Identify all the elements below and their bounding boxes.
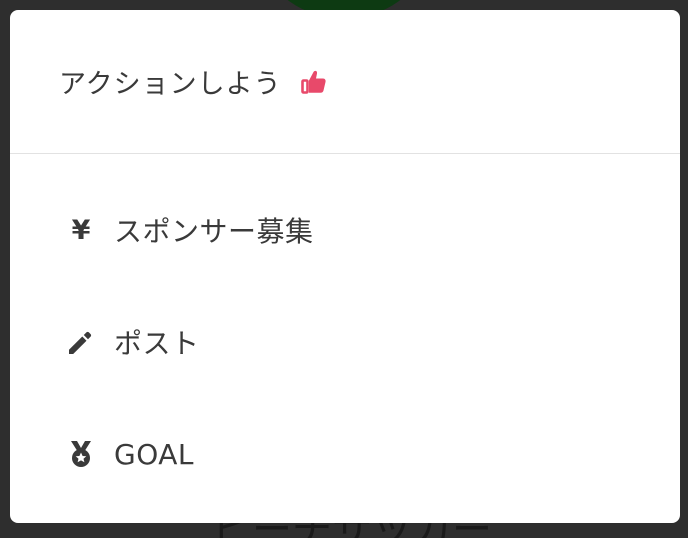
thumbs-up-icon (300, 68, 328, 96)
menu-item-label: ポスト (114, 327, 200, 360)
action-sheet: アクションしよう ¥ スポンサー募集 ポスト GOAL (10, 10, 680, 523)
menu-item-post[interactable]: ポスト (10, 292, 680, 392)
yen-icon: ¥ (71, 214, 91, 246)
pencil-icon (66, 327, 96, 357)
action-sheet-header: アクションしよう (10, 10, 680, 154)
medal-icon (66, 439, 96, 469)
menu-item-goal[interactable]: GOAL (10, 404, 680, 504)
menu-item-sponsor[interactable]: ¥ スポンサー募集 (10, 180, 680, 280)
menu-item-label: GOAL (114, 437, 194, 471)
action-sheet-title: アクションしよう (59, 69, 282, 100)
menu-item-label: スポンサー募集 (114, 215, 314, 248)
